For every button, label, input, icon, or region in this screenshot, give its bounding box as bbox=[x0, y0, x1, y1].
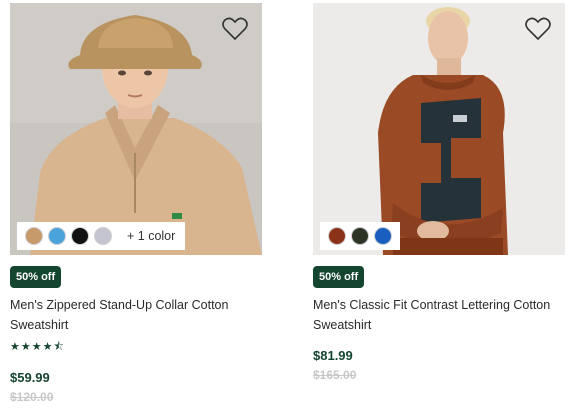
sale-price: $59.99 bbox=[10, 370, 50, 385]
original-price: $165.00 bbox=[313, 368, 357, 382]
product-name[interactable]: Men's Classic Fit Contrast Lettering Cot… bbox=[313, 295, 565, 335]
original-price: $120.00 bbox=[10, 390, 54, 404]
discount-badge: 50% off bbox=[313, 266, 365, 288]
sale-price: $81.99 bbox=[313, 348, 353, 363]
rating-stars: ★ ★ ★ ★ ⯪ bbox=[10, 341, 64, 353]
half-star-icon: ⯪ bbox=[53, 341, 64, 353]
wishlist-heart-icon[interactable] bbox=[222, 17, 248, 41]
more-colors-label[interactable]: + 1 color bbox=[127, 229, 175, 243]
star-icon: ★ bbox=[20, 341, 31, 353]
color-swatches bbox=[320, 222, 400, 250]
color-swatch[interactable] bbox=[25, 227, 43, 245]
product-name[interactable]: Men's Zippered Stand-Up Collar Cotton Sw… bbox=[10, 295, 262, 335]
product-card[interactable]: + 1 color 50% off Men's Zippered Stand-U… bbox=[10, 3, 262, 404]
color-swatch[interactable] bbox=[48, 227, 66, 245]
wishlist-heart-icon[interactable] bbox=[525, 17, 551, 41]
color-swatch[interactable] bbox=[328, 227, 346, 245]
color-swatch[interactable] bbox=[351, 227, 369, 245]
color-swatches: + 1 color bbox=[17, 222, 186, 250]
star-icon: ★ bbox=[42, 341, 53, 353]
product-card[interactable]: 50% off Men's Classic Fit Contrast Lette… bbox=[313, 3, 565, 382]
color-swatch[interactable] bbox=[374, 227, 392, 245]
color-swatch[interactable] bbox=[71, 227, 89, 245]
product-image[interactable]: + 1 color bbox=[10, 3, 262, 255]
product-image[interactable] bbox=[313, 3, 565, 255]
discount-badge: 50% off bbox=[10, 266, 62, 288]
star-icon: ★ bbox=[31, 341, 42, 353]
color-swatch[interactable] bbox=[94, 227, 112, 245]
star-icon: ★ bbox=[10, 341, 20, 353]
